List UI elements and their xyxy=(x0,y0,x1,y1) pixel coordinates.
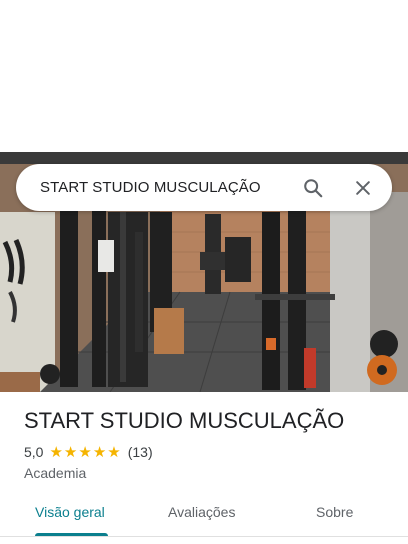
tab-overview[interactable]: Visão geral xyxy=(35,504,105,520)
star-icon: ★ xyxy=(63,443,78,461)
place-tabs: Visão geral Avaliações Sobre xyxy=(0,496,408,540)
search-bar[interactable]: START STUDIO MUSCULAÇÃO xyxy=(16,164,392,211)
close-icon[interactable] xyxy=(348,173,378,203)
place-title: START STUDIO MUSCULAÇÃO xyxy=(24,408,345,433)
star-icon: ★ xyxy=(78,443,92,461)
rating-row[interactable]: 5,0 ★ ★ ★ ★ ★ (13) xyxy=(24,444,153,460)
search-query-text[interactable]: START STUDIO MUSCULAÇÃO xyxy=(40,179,298,196)
star-icon: ★ xyxy=(49,443,63,461)
tabs-divider xyxy=(0,536,408,537)
star-icon: ★ xyxy=(107,443,121,461)
rating-value: 5,0 xyxy=(24,444,44,460)
top-blank-area xyxy=(0,0,408,152)
star-rating: ★ ★ ★ ★ ★ xyxy=(49,445,121,460)
search-icon[interactable] xyxy=(298,173,328,203)
place-page: START STUDIO MUSCULAÇÃO START STUDIO MUS… xyxy=(0,0,408,544)
reviews-count[interactable]: (13) xyxy=(128,444,153,460)
tab-about[interactable]: Sobre xyxy=(316,504,353,520)
place-category[interactable]: Academia xyxy=(24,465,86,481)
tab-reviews[interactable]: Avaliações xyxy=(168,504,235,520)
star-icon: ★ xyxy=(92,443,107,461)
